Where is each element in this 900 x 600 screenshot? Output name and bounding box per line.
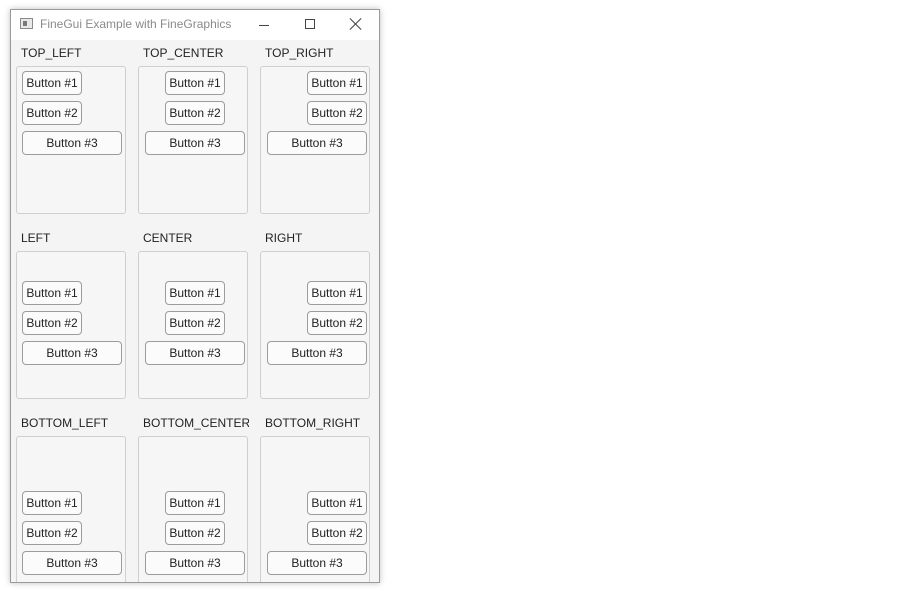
cell-label-bottom-center: BOTTOM_CENTER	[143, 416, 249, 430]
center-button-2[interactable]: Button #2	[165, 311, 225, 335]
bottom-right-button-2[interactable]: Button #2	[307, 521, 367, 545]
panel-bottom-right: Button #1 Button #2 Button #3	[260, 436, 370, 582]
panel-top-left: Button #1 Button #2 Button #3	[16, 66, 126, 214]
left-button-1[interactable]: Button #1	[22, 281, 82, 305]
bottom-left-button-3[interactable]: Button #3	[22, 551, 122, 575]
top-center-button-1[interactable]: Button #1	[165, 71, 225, 95]
bottom-center-button-1[interactable]: Button #1	[165, 491, 225, 515]
top-center-button-2[interactable]: Button #2	[165, 101, 225, 125]
cell-label-top-left: TOP_LEFT	[21, 46, 82, 60]
left-button-2[interactable]: Button #2	[22, 311, 82, 335]
bottom-center-button-2[interactable]: Button #2	[165, 521, 225, 545]
top-center-button-3[interactable]: Button #3	[145, 131, 245, 155]
cell-label-bottom-left: BOTTOM_LEFT	[21, 416, 109, 430]
bottom-left-button-2[interactable]: Button #2	[22, 521, 82, 545]
top-right-button-3[interactable]: Button #3	[267, 131, 367, 155]
left-button-3[interactable]: Button #3	[22, 341, 122, 365]
cell-label-top-right: TOP_RIGHT	[265, 46, 334, 60]
bottom-left-button-1[interactable]: Button #1	[22, 491, 82, 515]
close-button[interactable]	[333, 10, 379, 40]
right-button-2[interactable]: Button #2	[307, 311, 367, 335]
panel-center: Button #1 Button #2 Button #3	[138, 251, 248, 399]
app-icon[interactable]	[20, 18, 33, 29]
center-button-1[interactable]: Button #1	[165, 281, 225, 305]
cell-label-bottom-right: BOTTOM_RIGHT	[265, 416, 361, 430]
cell-label-left: LEFT	[21, 231, 51, 245]
top-right-button-1[interactable]: Button #1	[307, 71, 367, 95]
minimize-icon	[259, 25, 269, 26]
cell-label-top-center: TOP_CENTER	[143, 46, 224, 60]
top-left-button-1[interactable]: Button #1	[22, 71, 82, 95]
maximize-button[interactable]	[287, 10, 333, 40]
panel-bottom-left: Button #1 Button #2 Button #3	[16, 436, 126, 582]
right-button-3[interactable]: Button #3	[267, 341, 367, 365]
top-left-button-3[interactable]: Button #3	[22, 131, 122, 155]
app-window: FineGui Example with FineGraphics TOP_LE…	[10, 9, 380, 583]
minimize-button[interactable]	[241, 10, 287, 40]
cell-label-center: CENTER	[143, 231, 193, 245]
top-right-button-2[interactable]: Button #2	[307, 101, 367, 125]
panel-right: Button #1 Button #2 Button #3	[260, 251, 370, 399]
window-title: FineGui Example with FineGraphics	[40, 17, 232, 31]
top-left-button-2[interactable]: Button #2	[22, 101, 82, 125]
panel-left: Button #1 Button #2 Button #3	[16, 251, 126, 399]
cell-label-right: RIGHT	[265, 231, 303, 245]
maximize-icon	[305, 19, 315, 29]
bottom-center-button-3[interactable]: Button #3	[145, 551, 245, 575]
panel-top-right: Button #1 Button #2 Button #3	[260, 66, 370, 214]
close-icon	[350, 18, 362, 30]
center-button-3[interactable]: Button #3	[145, 341, 245, 365]
panel-top-center: Button #1 Button #2 Button #3	[138, 66, 248, 214]
right-button-1[interactable]: Button #1	[307, 281, 367, 305]
title-bar[interactable]: FineGui Example with FineGraphics	[11, 10, 379, 40]
bottom-right-button-1[interactable]: Button #1	[307, 491, 367, 515]
bottom-right-button-3[interactable]: Button #3	[267, 551, 367, 575]
panel-bottom-center: Button #1 Button #2 Button #3	[138, 436, 248, 582]
